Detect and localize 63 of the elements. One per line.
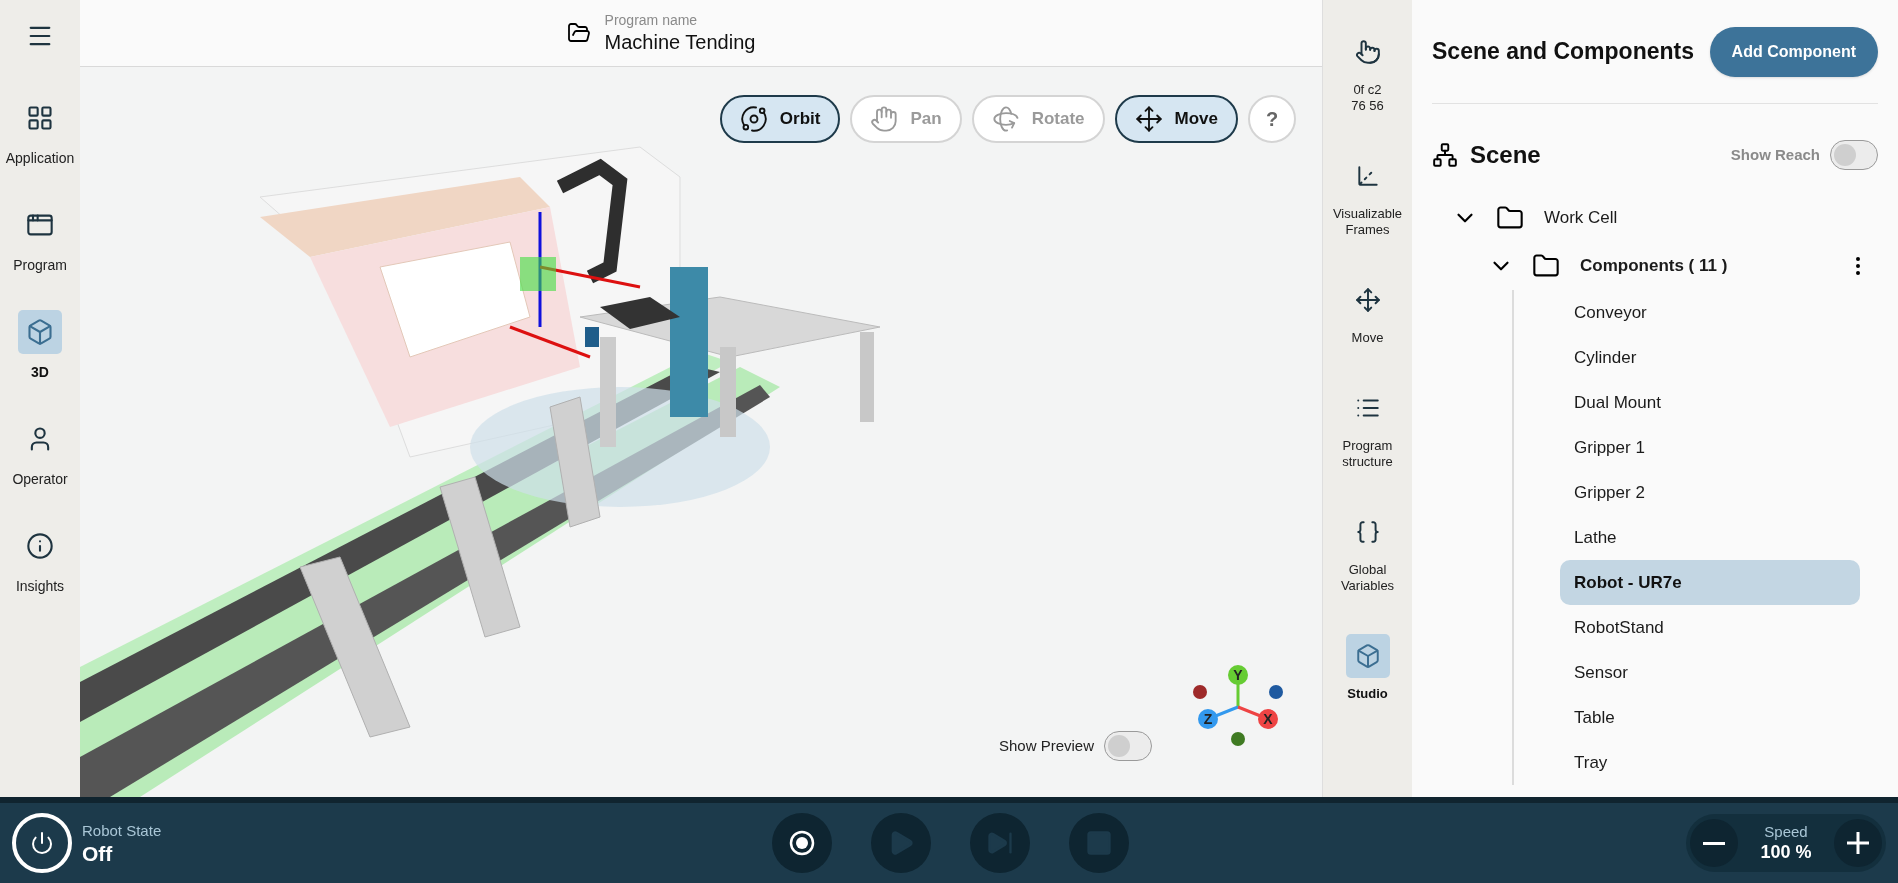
tree-item[interactable]: Robot - UR7e <box>1560 560 1860 605</box>
record-icon <box>789 830 815 856</box>
help-button[interactable]: ? <box>1248 95 1296 143</box>
cube-icon <box>1354 643 1381 669</box>
axis-gizmo[interactable]: Y Z X <box>1193 665 1283 746</box>
speed-value: 100 % <box>1760 841 1812 863</box>
program-name-caption: Program name <box>604 11 699 29</box>
tree-item[interactable]: Table <box>1560 695 1860 740</box>
pointing-hand-icon <box>1354 39 1381 65</box>
toggle-switch[interactable] <box>1104 731 1152 761</box>
robot-state-value: Off <box>82 842 114 867</box>
nav-item[interactable]: Operator <box>0 417 80 490</box>
rotate-icon <box>991 105 1020 133</box>
plus-icon <box>1847 832 1869 854</box>
tree-item[interactable]: Dual Mount <box>1560 380 1860 425</box>
decrease-speed-button[interactable] <box>1690 819 1738 867</box>
show-preview-label: Show Preview <box>998 735 1094 756</box>
move-arrows-icon <box>1134 105 1163 133</box>
increase-speed-button[interactable] <box>1834 819 1882 867</box>
rail-tool-button[interactable]: 0f c2 76 56 <box>1323 30 1412 114</box>
add-component-button[interactable]: Add Component <box>1709 26 1878 77</box>
tree-item[interactable]: Sensor <box>1560 650 1860 695</box>
tree-item[interactable]: Gripper 1 <box>1560 425 1860 470</box>
info-icon <box>26 532 54 560</box>
rail-tool-button[interactable]: Studio <box>1323 634 1412 702</box>
toggle-switch[interactable] <box>1830 140 1878 170</box>
move-arrows-icon <box>1354 287 1381 313</box>
show-reach-label: Show Reach <box>1730 144 1820 165</box>
tree-item[interactable]: Tray <box>1560 740 1860 785</box>
tree-item[interactable]: Lathe <box>1560 515 1860 560</box>
panel-title: Scene and Components <box>1432 37 1694 67</box>
nav-item[interactable]: Application <box>0 96 80 169</box>
robot-state-label: Robot State <box>82 820 162 841</box>
tree-item[interactable]: Gripper 2 <box>1560 470 1860 515</box>
rail-tool-button[interactable]: Move <box>1323 278 1412 346</box>
rail-tool-button[interactable]: Program structure <box>1323 386 1412 470</box>
tree-folder-label[interactable]: Work Cell <box>1544 205 1618 231</box>
tree-item[interactable]: Conveyor <box>1560 290 1860 335</box>
tree-folder-label[interactable]: Components ( 11 ) <box>1580 253 1728 279</box>
rail-tool-button[interactable]: Global Variables <box>1323 510 1412 594</box>
rail-tool-button[interactable]: Visualizable Frames <box>1323 154 1412 238</box>
power-icon <box>30 831 54 855</box>
cube-icon <box>26 318 54 346</box>
minus-icon <box>1703 841 1725 845</box>
view-tool-button[interactable]: Move <box>1114 95 1238 143</box>
grid-icon <box>26 104 54 132</box>
hand-icon <box>870 105 899 133</box>
nav-item[interactable]: Program <box>0 203 80 276</box>
speed-label: Speed <box>1764 823 1808 841</box>
nav-item[interactable]: Insights <box>0 524 80 597</box>
stop-icon <box>1085 829 1113 857</box>
tree-item[interactable]: RobotStand <box>1560 605 1860 650</box>
tree-structure-icon <box>1432 142 1458 168</box>
power-button[interactable] <box>12 813 72 873</box>
tree-item[interactable]: Cylinder <box>1560 335 1860 380</box>
view-tool-button[interactable]: Orbit <box>719 95 841 143</box>
program-name: Machine Tending <box>604 30 756 55</box>
nav-item[interactable]: 3D <box>0 310 80 383</box>
playback-button[interactable] <box>772 813 832 873</box>
folder-icon[interactable] <box>566 21 591 45</box>
braces-icon <box>1354 519 1381 545</box>
orbit-icon <box>739 105 768 133</box>
scene-title: Scene <box>1470 140 1541 170</box>
